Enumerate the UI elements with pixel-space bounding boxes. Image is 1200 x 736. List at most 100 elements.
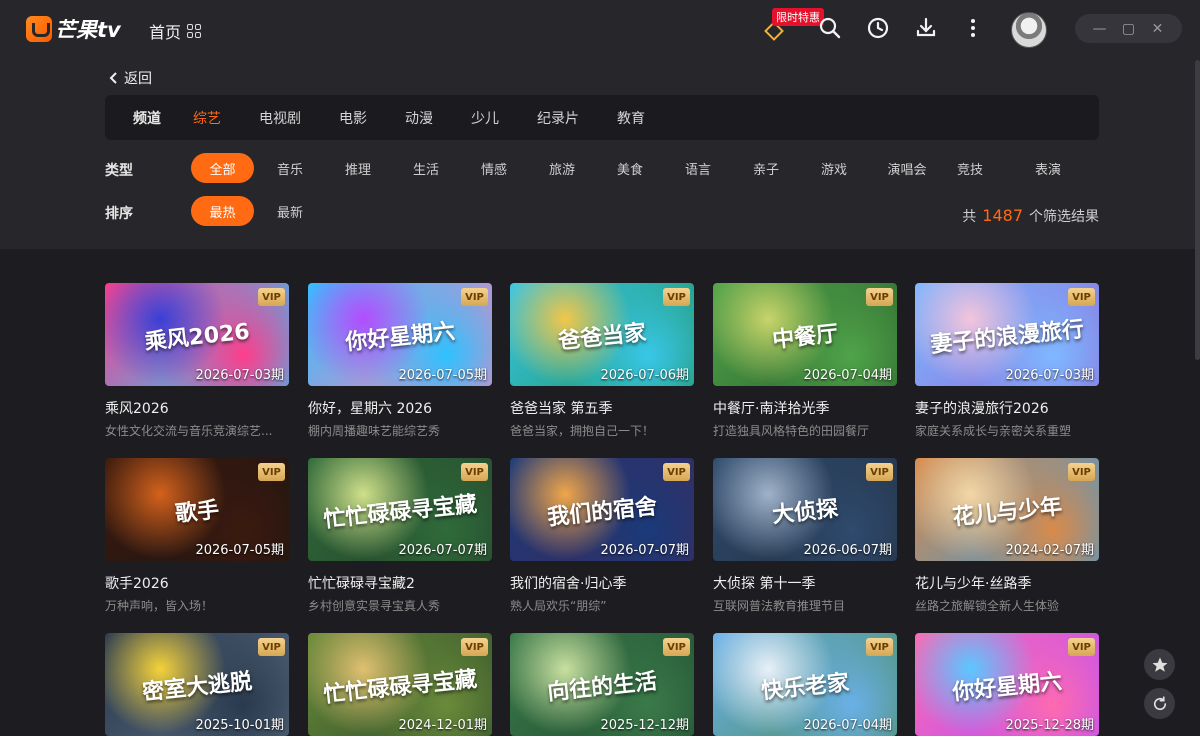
show-title[interactable]: 忙忙碌碌寻宝藏2 (308, 573, 492, 593)
home-link[interactable]: 首页 (149, 19, 202, 43)
show-thumbnail[interactable]: 中餐厅 VIP 2026-07-04期 (713, 283, 897, 386)
title-bar: 芒果tv 首页 限时特惠 — ▢ ✕ (0, 0, 1200, 58)
show-card[interactable]: 你好星期六 VIP 2026-07-05期 你好，星期六 2026 棚内周播趣味艺能综艺… (308, 283, 492, 439)
show-card[interactable]: 乘风2026 VIP 2026-07-03期 乘风2026 女性文化交流与音乐竞演综艺.… (105, 283, 289, 439)
show-subtitle: 爸爸当家，拥抱自己一下！ (510, 424, 655, 438)
show-card[interactable]: 大侦探 VIP 2026-06-07期 大侦探 第十一季 互联网普法教育推理节目 (713, 458, 897, 614)
show-subtitle: 万种声响，皆入场！ (105, 599, 214, 613)
vip-badge: VIP (1068, 638, 1095, 656)
type-pill-all[interactable]: 全部 (191, 153, 254, 183)
show-thumbnail[interactable]: 乘风2026 VIP 2026-07-03期 (105, 283, 289, 386)
show-card[interactable]: 中餐厅 VIP 2026-07-04期 中餐厅·南洋拾光季 打造独具风格特色的田园餐厅 (713, 283, 897, 439)
type-pill-parenting[interactable]: 亲子 (738, 153, 794, 183)
show-thumbnail[interactable]: 你好星期六 VIP 2026-07-05期 (308, 283, 492, 386)
channel-label: 频道 (133, 110, 161, 127)
maximize-icon[interactable]: ▢ (1121, 21, 1137, 37)
show-title[interactable]: 爸爸当家 第五季 (510, 398, 694, 418)
show-title[interactable]: 歌手2026 (105, 573, 289, 593)
favorite-button[interactable] (1144, 649, 1175, 680)
show-title[interactable]: 花儿与少年·丝路季 (915, 573, 1099, 593)
search-icon[interactable] (818, 16, 842, 40)
show-thumbnail[interactable]: 忙忙碌碌寻宝藏 VIP 2024-12-01期 (308, 633, 492, 736)
type-pill-game[interactable]: 游戏 (806, 153, 862, 183)
vip-badge: VIP (663, 638, 690, 656)
mango-logo-icon (26, 16, 52, 42)
show-subtitle: 丝路之旅解锁全新人生体验 (915, 599, 1060, 613)
show-card[interactable]: 忙忙碌碌寻宝藏 VIP 2024-12-01期 (308, 633, 492, 736)
show-card[interactable]: 爸爸当家 VIP 2026-07-06期爸爸当家 第五季爸爸当家，拥抱自己一下！ (510, 283, 694, 439)
episode-date: 2026-07-05期 (195, 543, 284, 558)
result-count: 共 1487 个筛选结果 (962, 206, 1099, 225)
show-thumbnail[interactable]: 大侦探 VIP 2026-06-07期 (713, 458, 897, 561)
download-icon[interactable] (914, 16, 938, 40)
minimize-icon[interactable]: — (1092, 21, 1108, 37)
show-thumbnail[interactable]: 你好星期六 VIP 2025-12-28期 (915, 633, 1099, 736)
user-avatar[interactable] (1011, 12, 1047, 48)
show-thumbnail[interactable]: 歌手 VIP 2026-07-05期 (105, 458, 289, 561)
show-card[interactable]: 我们的宿舍 VIP 2026-07-07期 我们的宿舍·归心季 熟人局欢乐“朋综” (510, 458, 694, 614)
episode-date: 2026-07-06期 (600, 368, 689, 383)
type-pill-romance[interactable]: 情感 (466, 153, 522, 183)
filter-panel: 返回 频道 综艺 电视剧 电影 动漫 少儿 纪录片 教育 类型 全部 音乐 推理 生活… (0, 58, 1200, 249)
scrollbar[interactable] (1195, 60, 1200, 360)
type-pill-mystery[interactable]: 推理 (330, 153, 386, 183)
show-card[interactable]: 歌手 VIP 2026-07-05期歌手2026 万种声响，皆入场！ (105, 458, 289, 614)
episode-date: 2024-02-07期 (1005, 543, 1094, 558)
vip-badge: VIP (663, 463, 690, 481)
type-pill-music[interactable]: 音乐 (262, 153, 318, 183)
show-card[interactable]: 密室大逃脱 VIP 2025-10-01期 (105, 633, 289, 736)
show-card[interactable]: 忙忙碌碌寻宝藏 VIP 2026-07-07期 忙忙碌碌寻宝藏2 乡村创意实景寻宝真人秀 (308, 458, 492, 614)
tab-variety[interactable]: 综艺 (193, 108, 221, 128)
history-icon[interactable] (866, 16, 890, 40)
show-thumbnail[interactable]: 密室大逃脱 VIP 2025-10-01期 (105, 633, 289, 736)
more-menu-icon[interactable] (961, 16, 985, 40)
tab-documentary[interactable]: 纪录片 (537, 108, 579, 128)
show-thumbnail[interactable]: 妻子的浪漫旅行 VIP 2026-07-03期 (915, 283, 1099, 386)
tab-education[interactable]: 教育 (617, 108, 645, 128)
episode-date: 2025-12-12期 (600, 718, 689, 733)
vip-badge: VIP (461, 288, 488, 306)
tab-movie[interactable]: 电影 (339, 108, 367, 128)
show-title[interactable]: 中餐厅·南洋拾光季 (713, 398, 897, 418)
tab-tv-series[interactable]: 电视剧 (259, 108, 301, 128)
show-title[interactable]: 你好，星期六 2026 (308, 398, 492, 418)
type-pill-talk[interactable]: 语言 (670, 153, 726, 183)
sort-hot-pill[interactable]: 最热 (191, 196, 254, 226)
episode-date: 2026-07-07期 (600, 543, 689, 558)
show-thumbnail[interactable]: 爸爸当家 VIP 2026-07-06期 (510, 283, 694, 386)
tab-kids[interactable]: 少儿 (471, 108, 499, 128)
show-title[interactable]: 我们的宿舍·归心季 (510, 573, 694, 593)
sort-new-pill[interactable]: 最新 (262, 196, 318, 226)
mango-tv-logo[interactable]: 芒果tv (26, 14, 121, 44)
type-pill-travel[interactable]: 旅游 (534, 153, 590, 183)
show-thumbnail[interactable]: 向往的生活 VIP 2025-12-12期 (510, 633, 694, 736)
show-title[interactable]: 乘风2026 (105, 398, 289, 418)
episode-date: 2026-07-04期 (803, 718, 892, 733)
show-thumbnail[interactable]: 我们的宿舍 VIP 2026-07-07期 (510, 458, 694, 561)
show-card[interactable]: 向往的生活 VIP 2025-12-12期 (510, 633, 694, 736)
type-pill-life[interactable]: 生活 (398, 153, 454, 183)
show-title[interactable]: 妻子的浪漫旅行2026 (915, 398, 1099, 418)
show-card[interactable]: 你好星期六 VIP 2025-12-28期 (915, 633, 1099, 736)
show-card[interactable]: 花儿与少年 VIP 2024-02-07期 花儿与少年·丝路季 丝路之旅解锁全新人生体验 (915, 458, 1099, 614)
show-title[interactable]: 大侦探 第十一季 (713, 573, 897, 593)
type-pill-concert[interactable]: 演唱会 (874, 153, 940, 183)
show-thumbnail[interactable]: 快乐老家 VIP 2026-07-04期 (713, 633, 897, 736)
back-button[interactable]: 返回 (108, 68, 152, 88)
vip-badge: VIP (1068, 463, 1095, 481)
type-pill-competition[interactable]: 竞技 (942, 153, 998, 183)
show-thumbnail[interactable]: 忙忙碌碌寻宝藏 VIP 2026-07-07期 (308, 458, 492, 561)
show-card[interactable]: 快乐老家 VIP 2026-07-04期 (713, 633, 897, 736)
channel-tabs: 频道 综艺 电视剧 电影 动漫 少儿 纪录片 教育 (105, 95, 1099, 140)
episode-date: 2025-12-28期 (1005, 718, 1094, 733)
episode-date: 2026-07-03期 (195, 368, 284, 383)
tab-anime[interactable]: 动漫 (405, 108, 433, 128)
show-card[interactable]: 妻子的浪漫旅行 VIP 2026-07-03期妻子的浪漫旅行2026 家庭关系成长与亲… (915, 283, 1099, 439)
vip-badge: VIP (1068, 288, 1095, 306)
type-pill-food[interactable]: 美食 (602, 153, 658, 183)
type-pill-performance[interactable]: 表演 (1010, 153, 1086, 183)
show-thumbnail[interactable]: 花儿与少年 VIP 2024-02-07期 (915, 458, 1099, 561)
show-subtitle: 家庭关系成长与亲密关系重塑 (915, 424, 1072, 438)
refresh-button[interactable] (1144, 688, 1175, 719)
close-icon[interactable]: ✕ (1150, 21, 1166, 37)
